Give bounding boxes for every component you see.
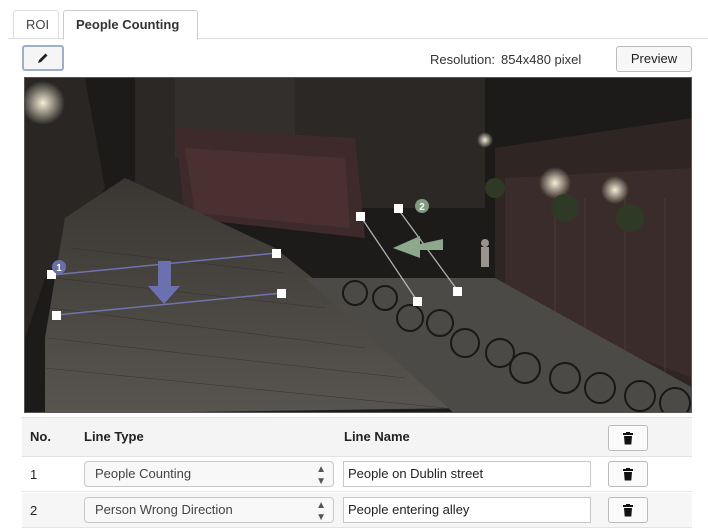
column-header-no: No. bbox=[30, 429, 51, 444]
trash-icon bbox=[623, 467, 633, 480]
line-handle[interactable] bbox=[277, 289, 286, 298]
pencil-icon bbox=[38, 53, 48, 63]
table-header: No. Line Type Line Name bbox=[22, 417, 692, 457]
line-handle[interactable] bbox=[453, 287, 462, 296]
select-arrows-icon: ▲ ▼ bbox=[316, 500, 326, 523]
line-handle[interactable] bbox=[394, 204, 403, 213]
line-handle[interactable] bbox=[272, 249, 281, 258]
preview-button[interactable]: Preview bbox=[616, 46, 692, 72]
table-row: 2 Person Wrong Direction ▲ ▼ People enter… bbox=[22, 493, 692, 528]
tab-roi[interactable]: ROI bbox=[13, 10, 59, 38]
line-name-input[interactable]: People on Dublin street bbox=[343, 461, 591, 487]
trash-icon bbox=[623, 503, 633, 516]
line-type-value: People Counting bbox=[95, 466, 192, 481]
line-name-input[interactable]: People entering alley bbox=[343, 497, 591, 523]
delete-row-button[interactable] bbox=[608, 461, 648, 487]
delete-row-button[interactable] bbox=[608, 497, 648, 523]
row-number: 2 bbox=[30, 503, 38, 518]
line-handle[interactable] bbox=[52, 311, 61, 320]
resolution-label: Resolution: bbox=[430, 52, 496, 67]
hanging-plant bbox=[551, 194, 579, 222]
column-header-line-type: Line Type bbox=[84, 429, 144, 444]
line-handle[interactable] bbox=[356, 212, 365, 221]
camera-scene: 1 2 bbox=[25, 78, 691, 412]
trash-icon bbox=[623, 431, 633, 444]
resolution-readout: Resolution: 854x480 pixel bbox=[430, 52, 581, 67]
pedestrian bbox=[481, 239, 489, 267]
delete-all-button[interactable] bbox=[608, 425, 648, 451]
tab-people-counting[interactable]: People Counting bbox=[63, 10, 198, 40]
tab-bar: ROI People Counting bbox=[0, 0, 708, 40]
line-type-value: Person Wrong Direction bbox=[95, 502, 233, 517]
line-type-select[interactable]: People Counting ▲ ▼ bbox=[84, 461, 334, 487]
select-arrows-icon: ▲ ▼ bbox=[316, 464, 326, 487]
table-row: 1 People Counting ▲ ▼ People on Dublin st… bbox=[22, 457, 692, 492]
row-number: 1 bbox=[30, 467, 38, 482]
resolution-value: 854x480 pixel bbox=[501, 52, 582, 67]
edit-line-button[interactable] bbox=[22, 45, 64, 71]
line-type-select[interactable]: Person Wrong Direction ▲ ▼ bbox=[84, 497, 334, 523]
column-header-line-name: Line Name bbox=[344, 429, 410, 444]
camera-view[interactable]: 1 2 bbox=[24, 77, 692, 413]
line-number-label: 1 bbox=[56, 263, 62, 274]
line-handle[interactable] bbox=[413, 297, 422, 306]
line-number-label: 2 bbox=[419, 202, 425, 213]
